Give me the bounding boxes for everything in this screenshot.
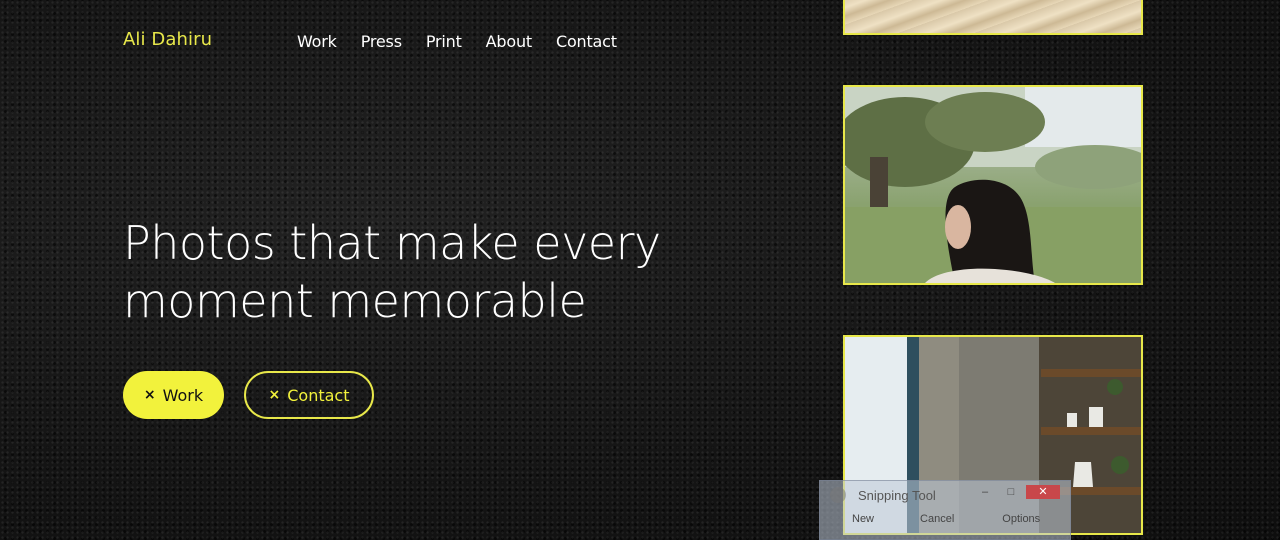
options-button[interactable]: Options [1002,513,1040,525]
main-nav: Work Press Print About Contact [297,32,641,51]
work-button[interactable]: × Work [123,371,224,419]
work-button-label: Work [162,385,204,405]
portrait-illustration [845,87,1141,283]
sand-photo[interactable] [843,0,1143,35]
snipping-toolbar: New Cancel Options [826,513,1040,525]
minimize-button[interactable]: – [974,485,996,499]
snipping-tool-window[interactable]: Snipping Tool – □ ✕ New Cancel Options [819,480,1071,540]
hero-headline: Photos that make every moment memorable [123,214,743,330]
nav-item-press[interactable]: Press [361,32,402,51]
scissors-icon [830,487,846,503]
close-button[interactable]: ✕ [1026,485,1060,499]
close-icon: × [268,387,281,403]
new-snip-button[interactable]: New [852,513,874,525]
portrait-in-field-photo[interactable] [843,85,1143,285]
cancel-button[interactable]: Cancel [920,513,954,525]
nav-item-contact[interactable]: Contact [556,32,617,51]
hero-headline-line2: moment memorable [123,274,587,328]
brand-logo[interactable]: Ali Dahiru [123,29,212,50]
page: Ali Dahiru Work Press Print About Contac… [0,0,1280,540]
contact-button[interactable]: × Contact [244,371,374,419]
snipping-tool-title: Snipping Tool [858,488,936,503]
nav-item-print[interactable]: Print [426,32,462,51]
maximize-button[interactable]: □ [1000,485,1022,499]
window-controls: – □ ✕ [974,485,1060,499]
nav-item-work[interactable]: Work [297,32,337,51]
hero-headline-line1: Photos that make every [123,216,661,270]
close-icon: × [143,387,156,403]
nav-item-about[interactable]: About [486,32,533,51]
contact-button-label: Contact [287,385,350,405]
